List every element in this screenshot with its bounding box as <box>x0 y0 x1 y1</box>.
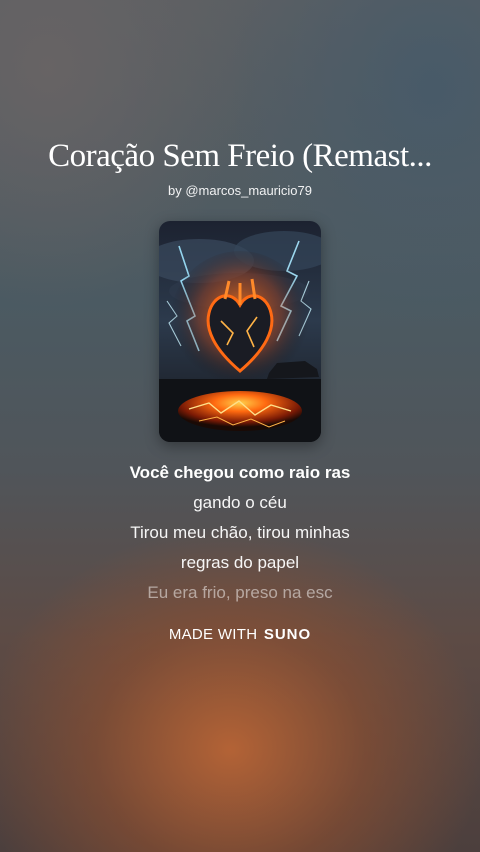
lyric-line-upcoming: Eu era frio, preso na esc <box>147 583 333 602</box>
lyric-line: gando o céu <box>193 493 287 512</box>
lyric-line: regras do papel <box>180 553 300 572</box>
lyrics-panel: Você chegou como raio ras gando o céu Ti… <box>0 458 480 608</box>
suno-logo: SUNO <box>263 626 312 643</box>
song-title: Coração Sem Freio (Remast... <box>48 138 432 174</box>
artist-byline[interactable]: by @marcos_mauricio79 <box>0 183 480 198</box>
made-with-suno-badge[interactable]: MADE WITH SUNO <box>0 626 480 643</box>
lyric-line: Tirou meu chão, tirou minhas <box>130 523 350 542</box>
made-with-label: MADE WITH <box>168 626 258 643</box>
lyric-video-frame: Coração Sem Freio (Remast... by @marcos_… <box>0 0 480 852</box>
cover-art <box>159 221 321 442</box>
lyric-line-current: Você chegou como raio ras <box>129 463 351 482</box>
flaming-heart-artwork-icon <box>159 221 321 442</box>
